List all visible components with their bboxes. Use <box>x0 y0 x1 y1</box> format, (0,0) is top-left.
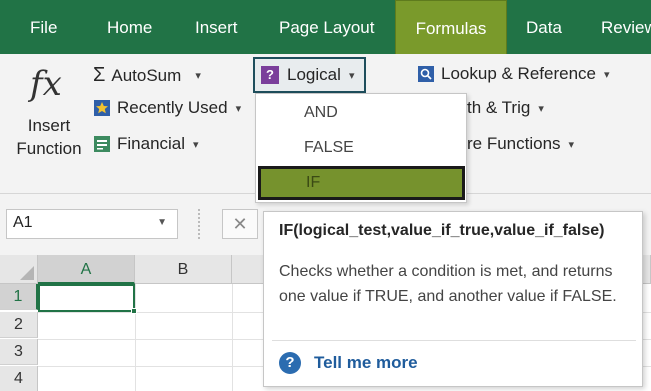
more-functions-button[interactable]: re Functions ▾ <box>467 134 574 154</box>
cancel-icon[interactable]: ✕ <box>222 209 258 239</box>
tab-file[interactable]: File <box>30 0 57 54</box>
chevron-down-icon: ▾ <box>604 68 610 81</box>
tab-page-layout[interactable]: Page Layout <box>279 0 374 54</box>
tooltip-signature: IF(logical_test,value_if_true,value_if_f… <box>279 222 605 239</box>
math-trig-button[interactable]: th & Trig ▾ <box>467 98 544 118</box>
chevron-down-icon: ▾ <box>568 138 575 151</box>
lookup-reference-label: Lookup & Reference <box>441 64 596 83</box>
tooltip-description: Checks whether a condition is met, and r… <box>279 263 617 305</box>
row-header-1[interactable]: 1 <box>0 284 38 310</box>
financial-book-icon <box>93 135 111 153</box>
lookup-reference-button[interactable]: Lookup & Reference ▾ <box>417 64 610 84</box>
logical-label: Logical <box>287 65 341 84</box>
insert-function-button[interactable]: Insert Function <box>12 114 86 160</box>
financial-button[interactable]: Financial ▾ <box>93 134 199 154</box>
select-all-corner[interactable] <box>0 255 38 284</box>
row-header-4[interactable]: 4 <box>0 366 38 391</box>
chevron-down-icon: ▾ <box>235 102 242 115</box>
function-tooltip: IF(logical_test,value_if_true,value_if_f… <box>263 211 643 387</box>
financial-label: Financial <box>117 134 186 153</box>
grid-line <box>135 284 136 391</box>
column-header-a[interactable]: A <box>38 255 135 284</box>
autosum-label: AutoSum <box>111 65 182 85</box>
math-trig-label: th & Trig <box>467 98 531 117</box>
logical-button[interactable]: ? Logical ▾ <box>253 57 366 93</box>
menu-item-false[interactable]: FALSE <box>256 131 466 165</box>
insert-function-label-line1: Insert <box>27 116 71 135</box>
chevron-down-icon: ▾ <box>538 102 544 115</box>
logical-question-icon: ? <box>261 66 279 84</box>
menu-item-if[interactable]: IF <box>258 166 465 200</box>
menu-item-and[interactable]: AND <box>256 96 466 130</box>
help-question-icon: ? <box>279 352 301 374</box>
row-header-3[interactable]: 3 <box>0 339 38 365</box>
tab-data[interactable]: Data <box>526 0 562 54</box>
grid-line <box>232 284 233 391</box>
tell-me-more-link[interactable]: ? Tell me more <box>279 352 418 374</box>
tab-review[interactable]: Review <box>601 0 651 54</box>
tooltip-divider <box>272 340 636 341</box>
chevron-down-icon: ▾ <box>349 70 355 82</box>
chevron-down-icon: ▾ <box>195 70 201 82</box>
tab-insert[interactable]: Insert <box>195 0 238 54</box>
fill-handle[interactable] <box>131 308 137 314</box>
lookup-magnifier-icon <box>417 65 435 83</box>
sigma-icon: Σ <box>93 64 106 86</box>
tell-me-more-label: Tell me more <box>314 353 418 372</box>
name-box-value: A1 <box>13 214 33 231</box>
name-box[interactable]: A1 ▼ <box>6 209 178 239</box>
row-header-2[interactable]: 2 <box>0 312 38 338</box>
chevron-down-icon: ▾ <box>193 138 199 151</box>
logical-dropdown-menu: AND FALSE IF <box>255 93 467 203</box>
chevron-down-icon[interactable]: ▼ <box>157 217 167 228</box>
active-cell-a1[interactable] <box>38 284 137 314</box>
ribbon-tab-bar: File Home Insert Page Layout Formulas Da… <box>0 0 651 54</box>
recently-used-button[interactable]: Recently Used ▾ <box>93 98 241 118</box>
more-functions-label: re Functions <box>467 134 561 153</box>
star-book-icon <box>93 99 111 117</box>
tab-home[interactable]: Home <box>107 0 152 54</box>
insert-function-label-line2: Function <box>16 139 82 158</box>
fx-icon[interactable]: fx <box>30 64 62 104</box>
tab-formulas[interactable]: Formulas <box>395 0 507 54</box>
autosum-button[interactable]: Σ AutoSum ▾ <box>93 64 201 87</box>
column-header-b[interactable]: B <box>135 255 232 284</box>
resize-grip[interactable] <box>198 209 204 239</box>
recently-used-label: Recently Used <box>117 98 228 117</box>
